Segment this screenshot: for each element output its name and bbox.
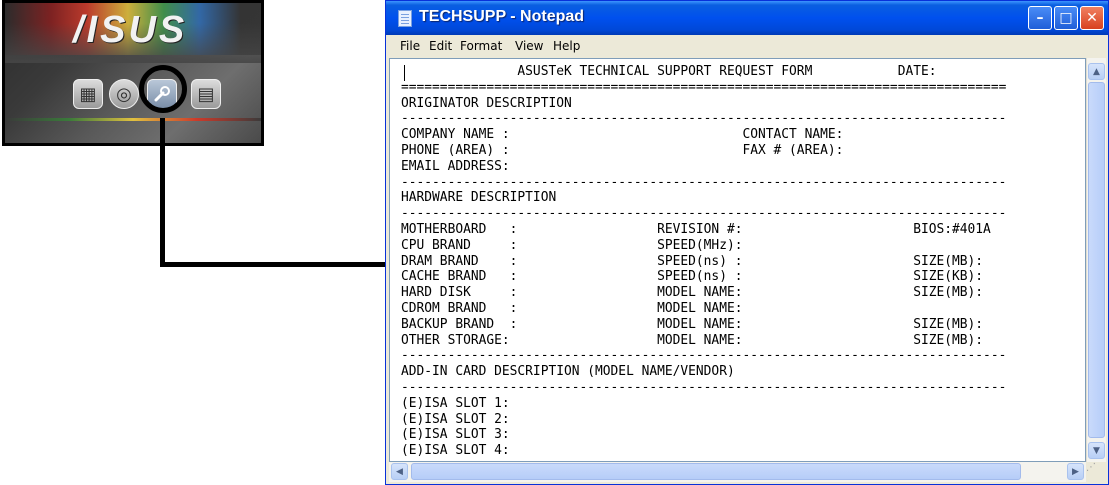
menu-bar: File Edit Format View Help bbox=[386, 35, 1108, 57]
callout-line-horizontal bbox=[160, 262, 392, 267]
scroll-left-button[interactable]: ◀ bbox=[391, 463, 408, 480]
scroll-up-button[interactable]: ▲ bbox=[1088, 63, 1105, 80]
editor-line: OTHER STORAGE: MODEL NAME: SIZE(MB): bbox=[401, 332, 984, 348]
editor-line: ----------------------------------------… bbox=[401, 174, 1007, 190]
maximize-button[interactable]: □ bbox=[1054, 6, 1078, 30]
menu-help[interactable]: Help bbox=[553, 39, 580, 53]
minimize-icon: – bbox=[1036, 10, 1044, 26]
editor-line: ----------------------------------------… bbox=[401, 379, 1007, 395]
editor-line: HARDWARE DESCRIPTION bbox=[401, 190, 557, 206]
editor-line: ASUSTeK TECHNICAL SUPPORT REQUEST FORM D… bbox=[401, 64, 937, 79]
horizontal-scroll-thumb[interactable] bbox=[411, 463, 1021, 480]
scroll-right-button[interactable]: ▶ bbox=[1067, 463, 1084, 480]
chevron-down-icon: ▼ bbox=[1093, 445, 1100, 456]
horizontal-scrollbar[interactable]: ◀ ▶ bbox=[389, 462, 1086, 482]
menu-file[interactable]: File bbox=[400, 39, 420, 53]
editor-line: MOTHERBOARD : REVISION #: BIOS:#401A bbox=[401, 221, 991, 237]
editor-line: COMPANY NAME : CONTACT NAME: bbox=[401, 127, 844, 143]
calendar-button[interactable]: ▦ bbox=[73, 79, 103, 109]
vertical-scrollbar[interactable]: ▲ ▼ bbox=[1086, 58, 1106, 462]
notepad-window: TECHSUPP - Notepad – □ ✕ File Edit Forma… bbox=[385, 0, 1109, 485]
editor-line: (E)ISA SLOT 4: bbox=[401, 443, 510, 459]
disc-button[interactable]: ◎ bbox=[109, 79, 139, 109]
maximize-icon: □ bbox=[1059, 10, 1073, 26]
editor-line: HARD DISK : MODEL NAME: SIZE(MB): bbox=[401, 285, 984, 301]
resize-grip-icon[interactable]: ⋰ bbox=[1086, 462, 1106, 482]
title-bar[interactable]: TECHSUPP - Notepad – □ ✕ bbox=[386, 1, 1108, 35]
menu-view[interactable]: View bbox=[515, 39, 543, 53]
editor-line: CDROM BRAND : MODEL NAME: bbox=[401, 300, 743, 316]
editor-line: EMAIL ADDRESS: bbox=[401, 158, 510, 174]
editor-line: ORIGINATOR DESCRIPTION bbox=[401, 95, 572, 111]
close-icon: ✕ bbox=[1086, 10, 1098, 26]
scroll-down-button[interactable]: ▼ bbox=[1088, 442, 1105, 459]
vertical-scroll-thumb[interactable] bbox=[1088, 82, 1105, 438]
highlight-circle bbox=[139, 65, 187, 113]
notepad-icon[interactable] bbox=[398, 10, 412, 27]
notes-icon: ▤ bbox=[197, 83, 215, 105]
editor-line: PHONE (AREA) : FAX # (AREA): bbox=[401, 142, 844, 158]
asus-panel: /ISUS ▦ ◎ ▤ bbox=[2, 0, 264, 146]
editor-line: ----------------------------------------… bbox=[401, 206, 1007, 222]
editor-line: CACHE BRAND : SPEED(ns) : SIZE(KB): bbox=[401, 269, 984, 285]
grip-glyph: ⋰ bbox=[1086, 462, 1096, 473]
editor-line: ----------------------------------------… bbox=[401, 348, 1007, 364]
editor-line: ADD-IN CARD DESCRIPTION (MODEL NAME/VEND… bbox=[401, 364, 735, 380]
callout-line-vertical bbox=[160, 118, 165, 266]
chevron-up-icon: ▲ bbox=[1093, 66, 1100, 77]
minimize-button[interactable]: – bbox=[1028, 6, 1052, 30]
menu-edit[interactable]: Edit bbox=[429, 39, 452, 53]
editor-line: BACKUP BRAND : MODEL NAME: SIZE(MB): bbox=[401, 316, 984, 332]
editor-line: CPU BRAND : SPEED(MHz): bbox=[401, 237, 743, 253]
color-band bbox=[5, 118, 261, 121]
calendar-icon: ▦ bbox=[79, 83, 97, 105]
chevron-left-icon: ◀ bbox=[396, 466, 403, 477]
disc-icon: ◎ bbox=[116, 83, 132, 105]
editor-line: (E)ISA SLOT 1: bbox=[401, 395, 510, 411]
text-editor[interactable]: ASUSTeK TECHNICAL SUPPORT REQUEST FORM D… bbox=[389, 58, 1086, 462]
close-button[interactable]: ✕ bbox=[1080, 6, 1104, 30]
editor-line: DRAM BRAND : SPEED(ns) : SIZE(MB): bbox=[401, 253, 984, 269]
editor-content[interactable]: ASUSTeK TECHNICAL SUPPORT REQUEST FORM D… bbox=[401, 64, 1006, 459]
editor-line: ----------------------------------------… bbox=[401, 111, 1007, 127]
asus-logo: /ISUS bbox=[73, 9, 188, 51]
window-title: TECHSUPP - Notepad bbox=[419, 8, 585, 25]
editor-line: (E)ISA SLOT 2: bbox=[401, 411, 510, 427]
editor-line: ========================================… bbox=[401, 79, 1007, 95]
editor-line: (E)ISA SLOT 3: bbox=[401, 427, 510, 443]
menu-format[interactable]: Format bbox=[460, 39, 502, 53]
chevron-right-icon: ▶ bbox=[1072, 466, 1079, 477]
notes-button[interactable]: ▤ bbox=[191, 79, 221, 109]
